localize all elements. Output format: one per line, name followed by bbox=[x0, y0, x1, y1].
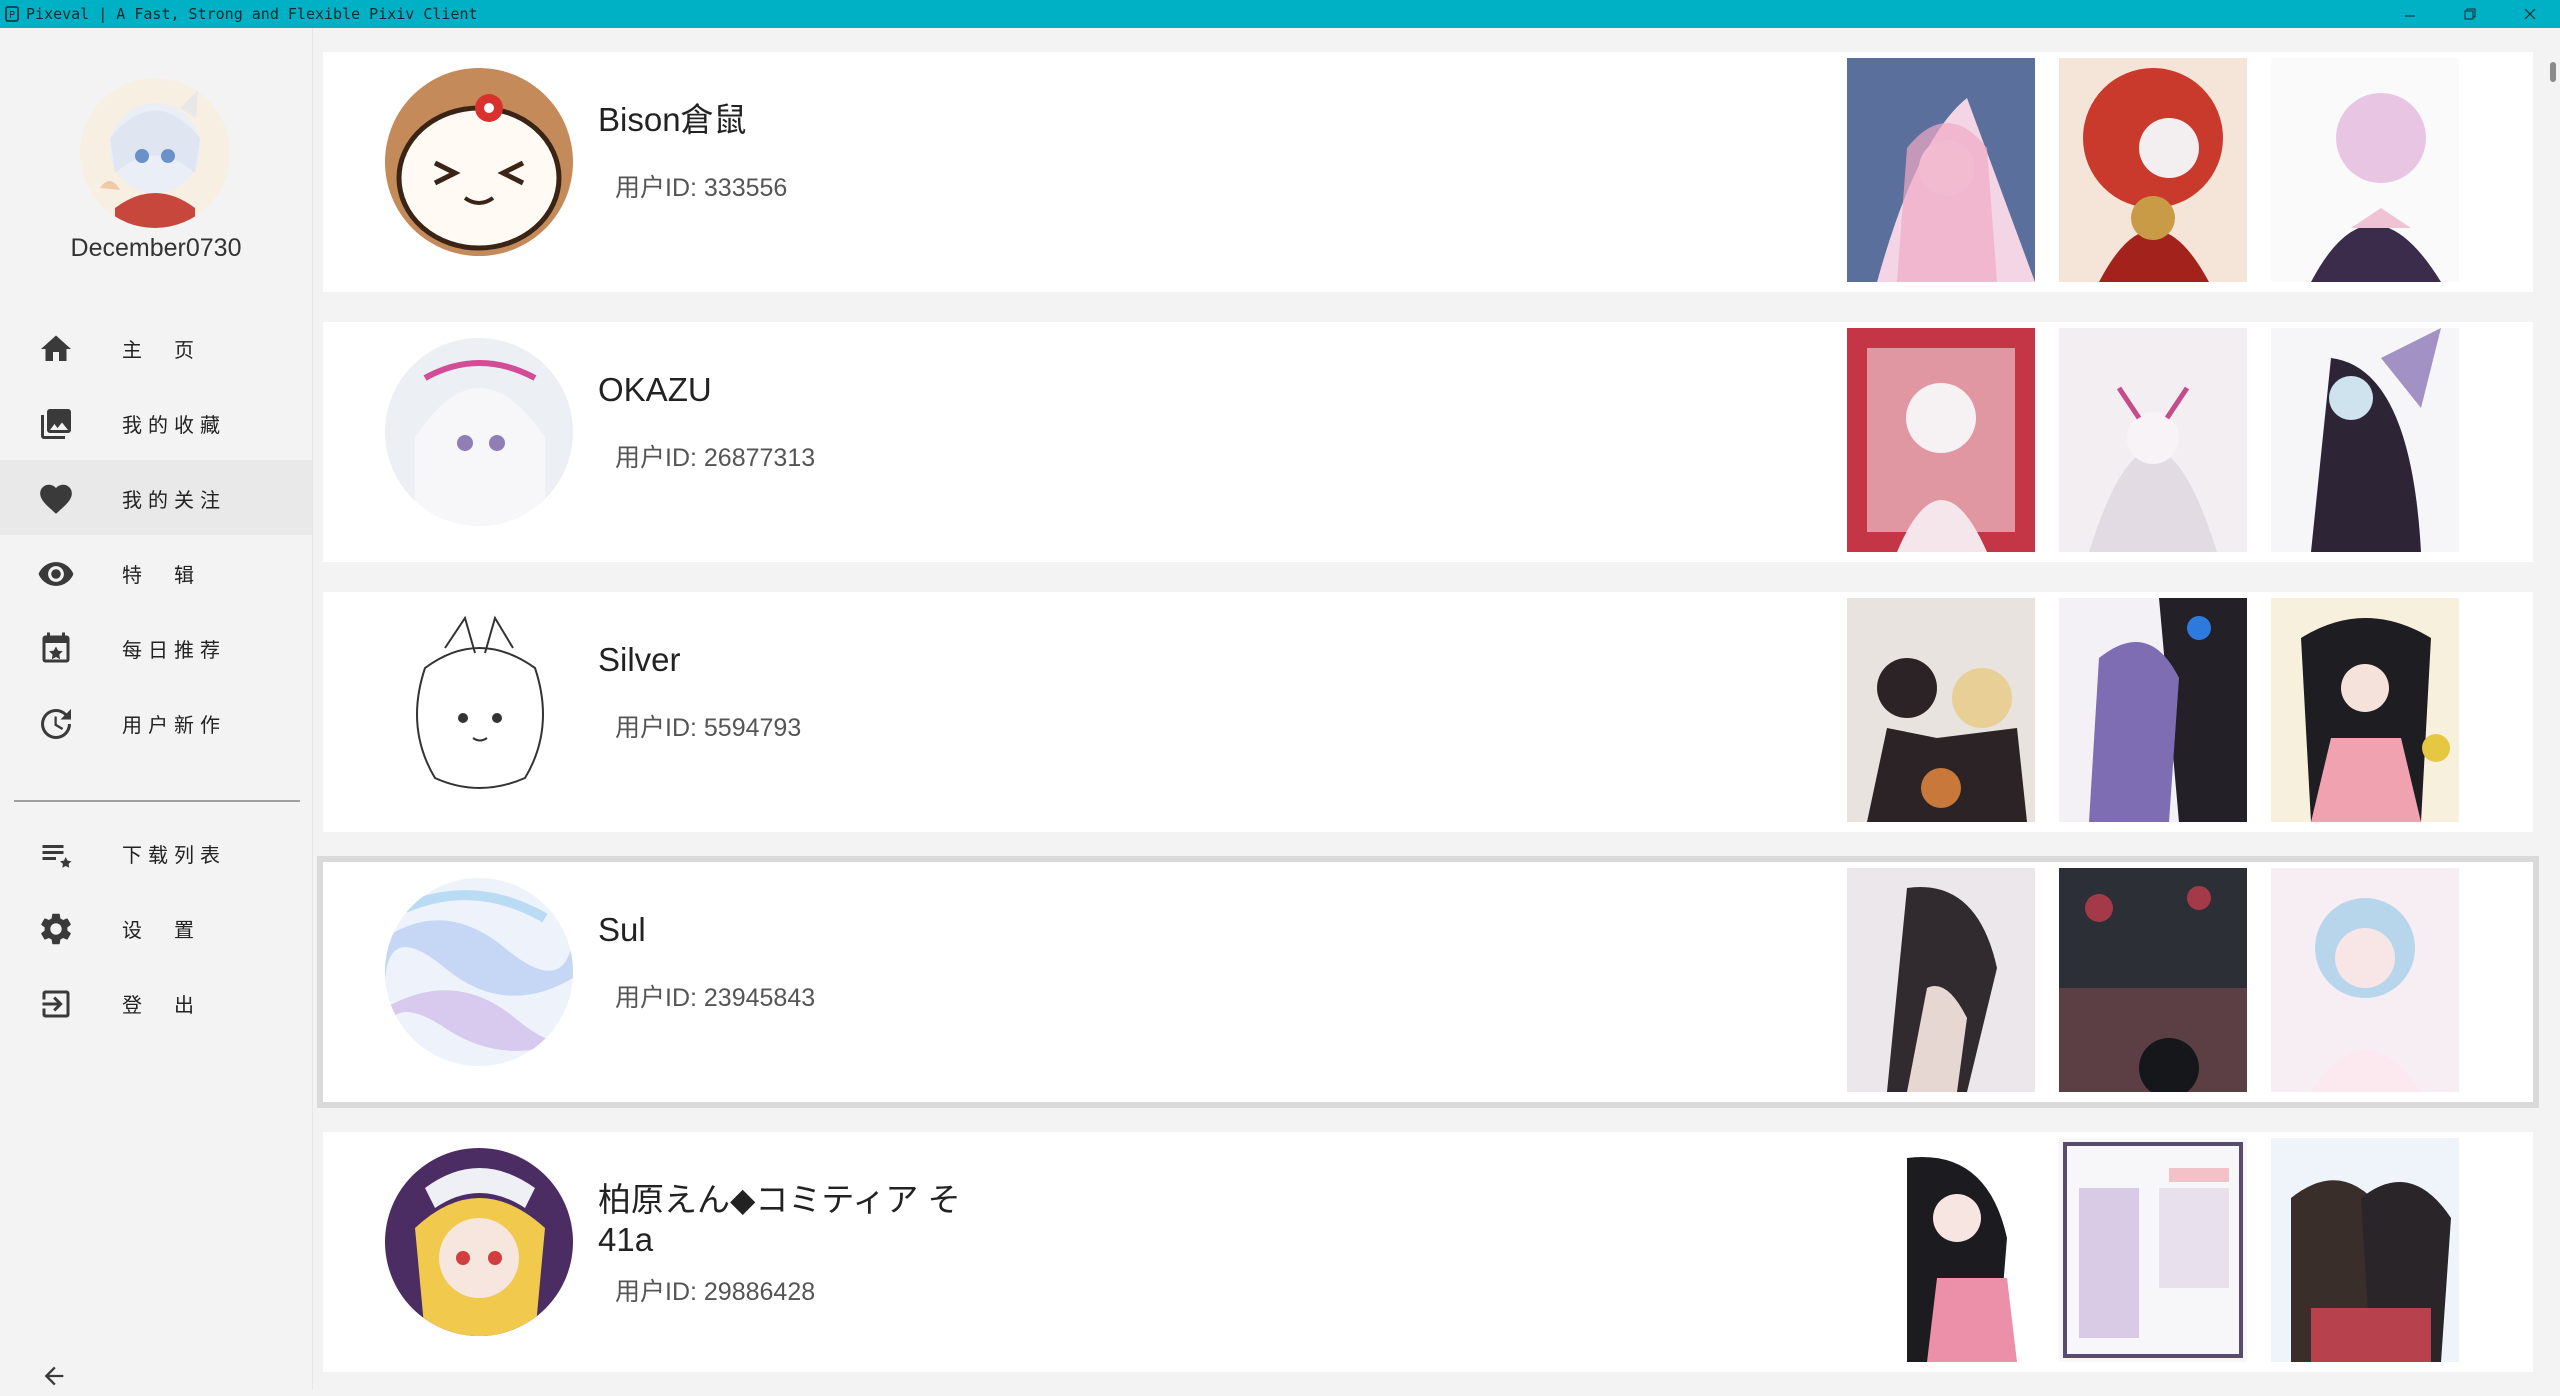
user-avatar[interactable] bbox=[385, 1148, 573, 1336]
eye-icon bbox=[36, 554, 76, 594]
nav-divider bbox=[14, 800, 300, 802]
pixeval-logo-icon: P bbox=[4, 5, 20, 23]
gallery-icon bbox=[36, 404, 76, 444]
artwork-thumbnail[interactable] bbox=[2271, 58, 2459, 282]
nav-item-settings[interactable]: 设 置 bbox=[0, 890, 312, 965]
user-name: Bison倉鼠 bbox=[598, 101, 747, 138]
artwork-thumbnail[interactable] bbox=[2059, 328, 2247, 552]
artwork-thumbnail[interactable] bbox=[2059, 868, 2247, 1092]
nav-label-bookmarks: 我的收藏 bbox=[122, 415, 226, 437]
artwork-thumbnail[interactable] bbox=[2271, 1138, 2459, 1362]
nav-label-following: 我的关注 bbox=[122, 490, 226, 512]
user-name: 柏原えん◆コミティア そ41a bbox=[598, 1181, 961, 1258]
user-avatar[interactable] bbox=[385, 878, 573, 1066]
artwork-thumbnail[interactable] bbox=[2059, 1138, 2247, 1362]
user-avatar[interactable] bbox=[385, 338, 573, 526]
gear-icon bbox=[36, 909, 76, 949]
restore-icon bbox=[2464, 8, 2476, 20]
arrow-left-icon bbox=[44, 1366, 64, 1386]
nav-item-new-works[interactable]: 用户新作 bbox=[0, 685, 312, 760]
nav-item-spotlight[interactable]: 特 辑 bbox=[0, 535, 312, 610]
nav-label-logout: 登 出 bbox=[122, 995, 200, 1017]
artwork-thumbnail[interactable] bbox=[2271, 598, 2459, 822]
user-card[interactable]: Silver 用户ID: 5594793 bbox=[323, 592, 2533, 832]
artwork-thumbnail[interactable] bbox=[1847, 328, 2035, 552]
nav-label-home: 主 页 bbox=[122, 340, 200, 362]
logout-icon bbox=[36, 984, 76, 1024]
maximize-button[interactable] bbox=[2440, 0, 2500, 28]
artwork-thumbnail[interactable] bbox=[1847, 1138, 2035, 1362]
user-card[interactable]: Sul 用户ID: 23945843 bbox=[317, 856, 2539, 1108]
nav-label-new-works: 用户新作 bbox=[122, 715, 226, 737]
home-icon bbox=[36, 329, 76, 369]
following-list[interactable]: Bison倉鼠 用户ID: 333556 OKAZU 用户ID: 2687731… bbox=[313, 28, 2543, 1390]
user-name: OKAZU bbox=[598, 371, 712, 408]
title-bar: P Pixeval | A Fast, Strong and Flexible … bbox=[0, 0, 2560, 28]
artwork-thumbnail[interactable] bbox=[1847, 868, 2035, 1092]
nav-label-daily-recommend: 每日推荐 bbox=[122, 640, 226, 662]
user-id: 用户ID: 333556 bbox=[615, 174, 788, 202]
artwork-thumbnail[interactable] bbox=[1847, 58, 2035, 282]
close-button[interactable] bbox=[2500, 0, 2560, 28]
user-card[interactable]: Bison倉鼠 用户ID: 333556 bbox=[323, 52, 2533, 292]
user-card[interactable]: OKAZU 用户ID: 26877313 bbox=[323, 322, 2533, 562]
user-name: Silver bbox=[598, 641, 681, 678]
history-icon bbox=[36, 704, 76, 744]
user-id: 用户ID: 23945843 bbox=[615, 984, 816, 1012]
svg-text:P: P bbox=[9, 10, 15, 21]
scrollbar-thumb[interactable] bbox=[2550, 62, 2556, 82]
nav-item-following[interactable]: 我的关注 bbox=[0, 460, 312, 535]
nav-item-bookmarks[interactable]: 我的收藏 bbox=[0, 385, 312, 460]
user-avatar[interactable] bbox=[385, 68, 573, 256]
navigation-sidebar: December0730 主 页 我的收藏 我的关注 特 辑 每日推荐 用户新作… bbox=[0, 28, 312, 1390]
artwork-thumbnail[interactable] bbox=[2271, 328, 2459, 552]
minimize-icon bbox=[2405, 15, 2415, 17]
nav-label-settings: 设 置 bbox=[122, 920, 200, 942]
nav-item-daily-recommend[interactable]: 每日推荐 bbox=[0, 610, 312, 685]
back-button[interactable] bbox=[34, 1356, 74, 1396]
heart-icon bbox=[36, 479, 76, 519]
user-id: 用户ID: 26877313 bbox=[615, 444, 816, 472]
nav-item-home[interactable]: 主 页 bbox=[0, 310, 312, 385]
user-avatar[interactable] bbox=[385, 608, 573, 796]
nav-item-download-list[interactable]: 下载列表 bbox=[0, 815, 312, 890]
artwork-thumbnail[interactable] bbox=[1847, 598, 2035, 822]
calendar-icon bbox=[36, 629, 76, 669]
nav-label-download-list: 下载列表 bbox=[122, 845, 226, 867]
nav-item-logout[interactable]: 登 出 bbox=[0, 965, 312, 1040]
user-name: Sul bbox=[598, 911, 646, 948]
nav-label-spotlight: 特 辑 bbox=[122, 565, 200, 587]
sidebar-username: December0730 bbox=[70, 234, 242, 262]
artwork-thumbnail[interactable] bbox=[2059, 598, 2247, 822]
playlist-star-icon bbox=[36, 834, 76, 874]
user-avatar[interactable] bbox=[80, 78, 230, 228]
user-card[interactable]: 柏原えん◆コミティア そ41a 用户ID: 29886428 bbox=[323, 1132, 2533, 1372]
artwork-thumbnail[interactable] bbox=[2271, 868, 2459, 1092]
minimize-button[interactable] bbox=[2380, 0, 2440, 28]
artwork-thumbnail[interactable] bbox=[2059, 58, 2247, 282]
user-id: 用户ID: 5594793 bbox=[615, 714, 802, 742]
close-icon bbox=[2524, 8, 2536, 20]
user-id: 用户ID: 29886428 bbox=[615, 1278, 816, 1306]
window-title: Pixeval | A Fast, Strong and Flexible Pi… bbox=[26, 5, 478, 23]
vertical-scrollbar[interactable] bbox=[2543, 28, 2560, 1390]
